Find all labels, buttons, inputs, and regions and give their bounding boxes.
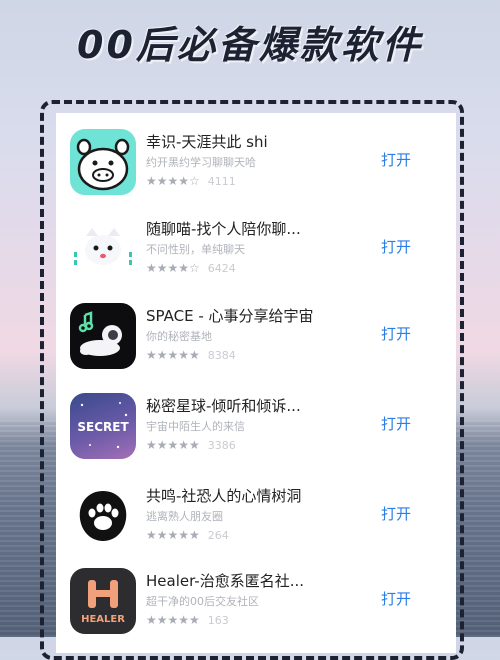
app-subtitle: 超干净的00后交友社区 [146, 595, 259, 608]
app-rating: ★★★★☆ 6424 [146, 261, 236, 275]
rating-count: 6424 [207, 261, 236, 275]
app-subtitle: 约开黑约学习聊聊天哈 [146, 156, 256, 169]
rating-count: 264 [207, 528, 229, 542]
healer-logo-icon: HEALER [70, 568, 136, 634]
open-button[interactable]: 打开 [374, 323, 418, 344]
app-name: 共鸣-社恐人的心情树洞 [146, 487, 302, 505]
app-rating: ★★★★★ 264 [146, 528, 229, 542]
app-name: 秘密星球-倾听和倾诉... [146, 397, 301, 415]
rating-stars: ★★★★★ [146, 438, 200, 452]
page-headline: 00后必备爆款软件 [77, 23, 423, 67]
app-name: SPACE - 心事分享给宇宙 [146, 307, 314, 325]
app-row-xingshi[interactable]: 幸识-天涯共此 shi 约开黑约学习聊聊天哈 ★★★★☆ 4111 打开 [56, 129, 456, 209]
app-row-suiliaomiao[interactable]: 随聊喵-找个人陪你聊... 不问性别，单纯聊天 ★★★★☆ 6424 打开 [56, 216, 456, 296]
app-row-healer[interactable]: HEALER Healer-治愈系匿名社... 超干净的00后交友社区 ★★★★… [56, 568, 456, 648]
astronaut-icon [70, 303, 136, 369]
app-subtitle: 宇宙中陌生人的来信 [146, 420, 245, 433]
app-subtitle: 不问性别，单纯聊天 [146, 243, 245, 256]
app-row-gongming[interactable]: 共鸣-社恐人的心情树洞 逃离熟人朋友圈 ★★★★★ 264 打开 [56, 483, 456, 563]
app-name: Healer-治愈系匿名社... [146, 572, 305, 590]
app-subtitle: 你的秘密基地 [146, 330, 212, 343]
app-rating: ★★★★★ 3386 [146, 438, 236, 452]
open-button[interactable]: 打开 [374, 236, 418, 257]
rating-stars: ★★★★★ [146, 348, 200, 362]
app-rating: ★★★★★ 163 [146, 613, 229, 627]
app-list-panel: 幸识-天涯共此 shi 约开黑约学习聊聊天哈 ★★★★☆ 4111 打开 随聊喵… [56, 113, 456, 653]
rating-count: 8384 [207, 348, 236, 362]
secret-logo-icon: SECRET [70, 393, 136, 459]
app-rating: ★★★★★ 8384 [146, 348, 236, 362]
rating-stars: ★★★★☆ [146, 174, 200, 188]
cat-face-icon [70, 216, 136, 282]
open-button[interactable]: 打开 [374, 149, 418, 170]
paw-icon [70, 483, 136, 549]
rating-stars: ★★★★☆ [146, 261, 200, 275]
healer-logo-text: HEALER [81, 614, 125, 625]
app-name: 随聊喵-找个人陪你聊... [146, 220, 301, 238]
app-name: 幸识-天涯共此 shi [146, 133, 268, 151]
app-row-secret[interactable]: SECRET 秘密星球-倾听和倾诉... 宇宙中陌生人的来信 ★★★★★ 338… [56, 393, 456, 473]
cow-mascot-icon [70, 129, 136, 195]
app-rating: ★★★★☆ 4111 [146, 174, 236, 188]
app-subtitle: 逃离熟人朋友圈 [146, 510, 223, 523]
open-button[interactable]: 打开 [374, 503, 418, 524]
rating-stars: ★★★★★ [146, 613, 200, 627]
rating-count: 4111 [207, 174, 236, 188]
app-row-space[interactable]: SPACE - 心事分享给宇宙 你的秘密基地 ★★★★★ 8384 打开 [56, 303, 456, 383]
open-button[interactable]: 打开 [374, 588, 418, 609]
open-button[interactable]: 打开 [374, 413, 418, 434]
rating-stars: ★★★★★ [146, 528, 200, 542]
rating-count: 163 [207, 613, 229, 627]
secret-logo-text: SECRET [77, 420, 129, 434]
rating-count: 3386 [207, 438, 236, 452]
